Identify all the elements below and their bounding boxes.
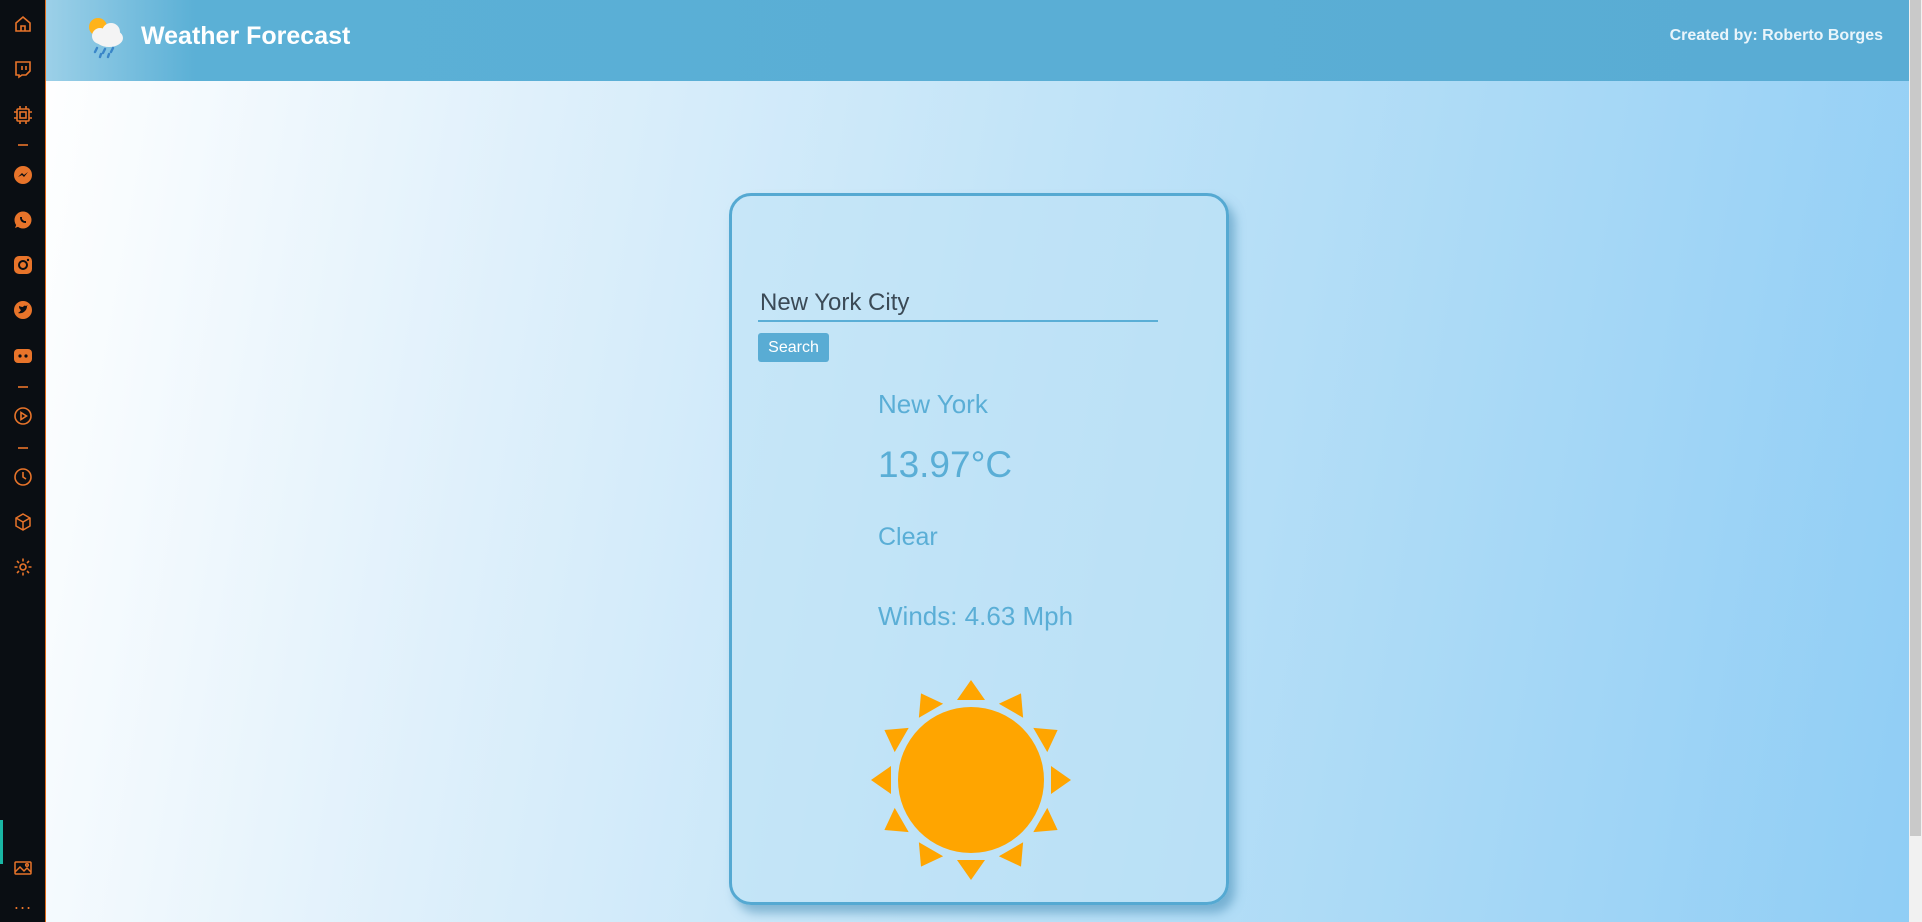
- app-title: Weather Forecast: [141, 22, 351, 50]
- browser-sidebar: ...: [0, 0, 46, 922]
- weather-condition: Clear: [878, 523, 938, 551]
- box-icon[interactable]: [13, 512, 33, 532]
- instagram-icon[interactable]: [13, 255, 33, 275]
- messenger-icon[interactable]: [13, 165, 33, 185]
- scrollbar[interactable]: [1909, 0, 1922, 922]
- chip-icon[interactable]: [13, 105, 33, 125]
- cloud-rain-icon: [89, 18, 123, 59]
- header: Weather Forecast Created by: Roberto Bor…: [46, 0, 1909, 81]
- whatsapp-icon[interactable]: [13, 210, 33, 230]
- weather-page: Weather Forecast Created by: Roberto Bor…: [46, 0, 1922, 922]
- temperature: 13.97°C: [878, 444, 1013, 485]
- search-button[interactable]: Search: [758, 333, 829, 362]
- city-name: New York: [878, 389, 988, 419]
- more-icon[interactable]: ...: [13, 896, 33, 916]
- sidebar-separator: [18, 144, 28, 146]
- play-icon[interactable]: [13, 406, 33, 426]
- wind-speed: Winds: 4.63 Mph: [878, 601, 1074, 631]
- clock-icon[interactable]: [13, 467, 33, 487]
- weather-card: Search New York 13.97°C Clear Winds: 4.6…: [729, 193, 1229, 905]
- sun-icon: [871, 680, 1071, 880]
- scrollbar-thumb[interactable]: [1910, 0, 1921, 836]
- discord-icon[interactable]: [13, 346, 33, 366]
- gallery-icon[interactable]: [13, 858, 33, 878]
- active-indicator: [0, 820, 3, 864]
- home-icon[interactable]: [13, 14, 33, 34]
- twitch-icon[interactable]: [13, 59, 33, 79]
- sidebar-separator: [18, 447, 28, 449]
- city-search-input[interactable]: [758, 286, 1158, 322]
- settings-icon[interactable]: [13, 557, 33, 577]
- twitter-icon[interactable]: [13, 300, 33, 320]
- sidebar-separator: [18, 386, 28, 388]
- author-credit: Created by: Roberto Borges: [1669, 27, 1883, 44]
